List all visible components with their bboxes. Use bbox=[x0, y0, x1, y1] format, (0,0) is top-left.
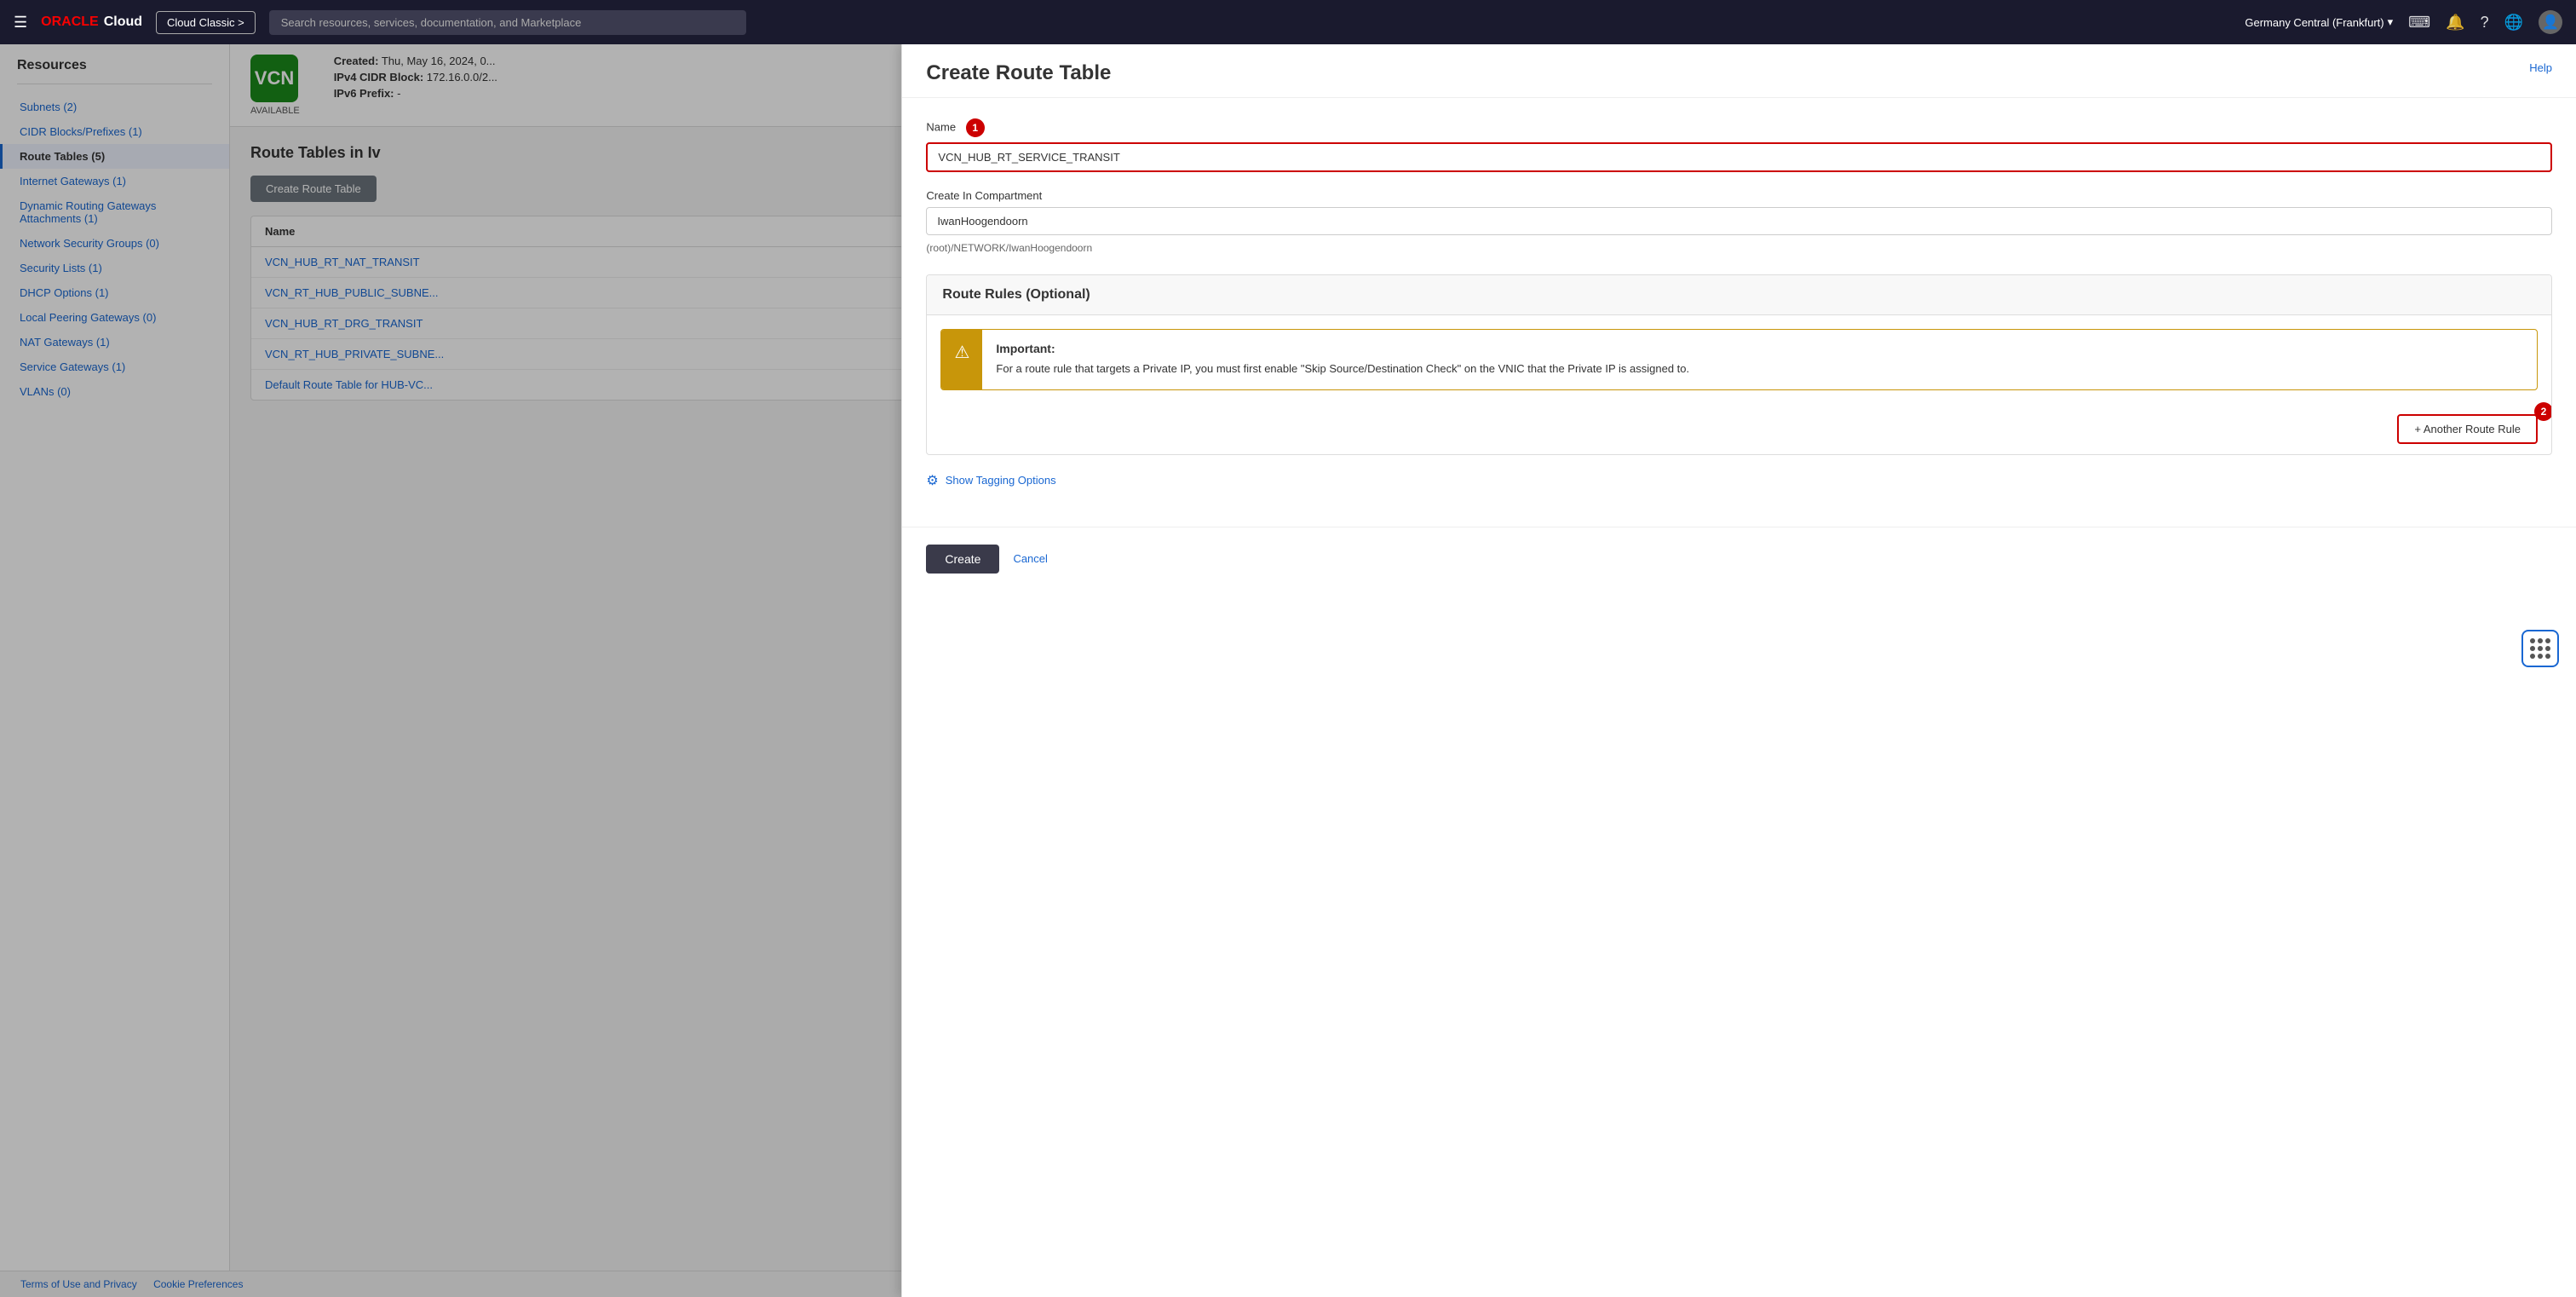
another-route-wrapper: + Another Route Rule 2 bbox=[927, 404, 2551, 454]
dot bbox=[2530, 654, 2535, 659]
panel-header: Create Route Table Help bbox=[902, 44, 2576, 98]
route-rules-header: Route Rules (Optional) bbox=[927, 275, 2551, 315]
help-widget[interactable] bbox=[2521, 630, 2559, 667]
panel-title: Create Route Table bbox=[926, 61, 1111, 85]
avatar-icon: 👤 bbox=[2542, 14, 2559, 31]
user-avatar[interactable]: 👤 bbox=[2539, 10, 2562, 34]
create-route-table-panel: Create Route Table Help Name 1 Create In… bbox=[901, 44, 2576, 1297]
important-text: For a route rule that targets a Private … bbox=[996, 360, 1689, 378]
chevron-down-icon: ▾ bbox=[2388, 15, 2394, 29]
cloud-classic-button[interactable]: Cloud Classic > bbox=[156, 11, 256, 34]
top-navigation: ☰ ORACLE Cloud Cloud Classic > Germany C… bbox=[0, 0, 2576, 44]
search-input[interactable] bbox=[269, 10, 746, 35]
compartment-select[interactable]: IwanHoogendoorn bbox=[926, 207, 2552, 235]
region-selector[interactable]: Germany Central (Frankfurt) ▾ bbox=[2245, 15, 2393, 29]
oracle-text: ORACLE bbox=[41, 14, 99, 30]
panel-help-link[interactable]: Help bbox=[2529, 61, 2552, 74]
dot bbox=[2538, 654, 2543, 659]
compartment-form-group: Create In Compartment IwanHoogendoorn (r… bbox=[926, 189, 2552, 257]
compartment-select-wrapper: IwanHoogendoorn (root)/NETWORK/IwanHooge… bbox=[926, 207, 2552, 257]
region-label: Germany Central (Frankfurt) bbox=[2245, 16, 2383, 29]
cloud-text: Cloud bbox=[104, 14, 142, 30]
nav-right: Germany Central (Frankfurt) ▾ ⌨ 🔔 ? 🌐 👤 bbox=[2245, 10, 2562, 34]
panel-footer: Create Cancel bbox=[902, 527, 2576, 591]
bell-icon[interactable]: 🔔 bbox=[2446, 14, 2464, 32]
tagging-icon: ⚙ bbox=[926, 472, 938, 489]
dot bbox=[2530, 638, 2535, 643]
create-button[interactable]: Create bbox=[926, 545, 999, 574]
question-icon[interactable]: ? bbox=[2481, 14, 2489, 32]
important-content: Important: For a route rule that targets… bbox=[982, 330, 1703, 389]
dot bbox=[2530, 646, 2535, 651]
warning-icon: ⚠ bbox=[954, 342, 969, 363]
show-tagging-label: Show Tagging Options bbox=[946, 474, 1056, 487]
route-rules-box: Route Rules (Optional) ⚠ Important: For … bbox=[926, 274, 2552, 455]
dot bbox=[2545, 638, 2550, 643]
step-2-badge: 2 bbox=[2534, 402, 2552, 421]
panel-body: Name 1 Create In Compartment IwanHoogend… bbox=[902, 98, 2576, 510]
dot bbox=[2538, 638, 2543, 643]
widget-dots bbox=[2530, 638, 2550, 659]
oracle-logo: ORACLE Cloud bbox=[41, 14, 142, 30]
dot bbox=[2538, 646, 2543, 651]
important-sidebar-bar: ⚠ bbox=[941, 330, 982, 389]
important-box: ⚠ Important: For a route rule that targe… bbox=[940, 329, 2538, 390]
another-route-rule-button[interactable]: + Another Route Rule bbox=[2397, 414, 2538, 444]
name-label: Name 1 bbox=[926, 118, 2552, 137]
hamburger-menu[interactable]: ☰ bbox=[14, 14, 27, 32]
show-tagging-options[interactable]: ⚙ Show Tagging Options bbox=[926, 472, 2552, 489]
step-1-badge: 1 bbox=[966, 118, 985, 137]
compartment-path: (root)/NETWORK/IwanHoogendoorn bbox=[926, 239, 2552, 257]
compartment-label: Create In Compartment bbox=[926, 189, 2552, 202]
name-input[interactable] bbox=[926, 142, 2552, 172]
code-icon[interactable]: ⌨ bbox=[2408, 14, 2430, 32]
globe-icon[interactable]: 🌐 bbox=[2504, 14, 2523, 32]
dot bbox=[2545, 654, 2550, 659]
dot bbox=[2545, 646, 2550, 651]
important-title: Important: bbox=[996, 342, 1689, 355]
name-form-group: Name 1 bbox=[926, 118, 2552, 172]
cancel-link[interactable]: Cancel bbox=[1013, 552, 1047, 565]
